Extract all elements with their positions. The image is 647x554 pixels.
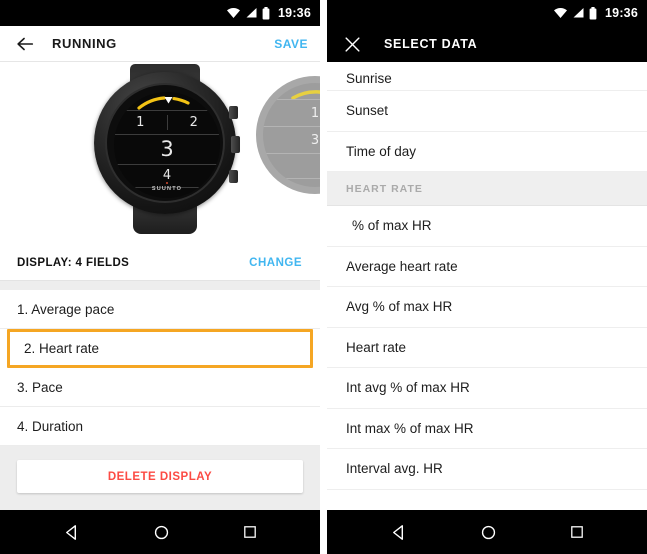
signal-icon: [246, 8, 257, 18]
watch-button-lower-icon: [229, 170, 238, 183]
secondary-field-5: 5: [263, 159, 320, 174]
list-item-label: Int max % of max HR: [346, 420, 474, 436]
list-item-label: Time of day: [346, 143, 417, 159]
list-item-label: % of max HR: [352, 218, 432, 234]
screenshot-root: 19:36 RUNNING SAVE 1 3 1 2 3 4 SUUNTO DI…: [0, 0, 647, 554]
watch-body: 1 2 3 4 SUUNTO: [94, 72, 240, 214]
list-item-pct-of-max-hr[interactable]: % of max HR: [327, 206, 647, 247]
select-data-list: Sunrise Sunset Time of day HEART RATE % …: [327, 62, 647, 490]
field-item-label: 2. Heart rate: [24, 341, 100, 356]
list-item-label: Int avg % of max HR: [346, 380, 470, 396]
field-item-2-selected[interactable]: 2. Heart rate: [7, 329, 313, 368]
secondary-watch-screen: 1 3 5: [263, 83, 320, 187]
battery-icon: [589, 6, 597, 19]
battery-icon: [262, 6, 270, 19]
watch-button-middle-icon: [231, 136, 240, 153]
status-time-right: 19:36: [605, 6, 638, 20]
watch-field-2: 2: [166, 115, 221, 131]
field-item-4[interactable]: 4. Duration: [0, 407, 320, 446]
right-app-bar: SELECT DATA: [327, 26, 647, 62]
status-icons-left: [226, 6, 270, 20]
secondary-watch-row: 1: [263, 99, 320, 126]
field-item-3[interactable]: 3. Pace: [0, 368, 320, 407]
field-list: 1. Average pace 2. Heart rate 3. Pace 4.…: [0, 290, 320, 446]
nav-bar-right: [327, 510, 647, 554]
watch-preview-primary[interactable]: 1 2 3 4 SUUNTO: [86, 64, 244, 239]
nav-back-icon[interactable]: [389, 523, 408, 542]
wifi-icon: [554, 7, 568, 18]
nav-bar-left: [0, 510, 320, 554]
nav-home-icon[interactable]: [153, 524, 170, 541]
section-header-label: HEART RATE: [346, 182, 423, 195]
secondary-watch-row: 3: [263, 126, 320, 153]
field-item-1[interactable]: 1. Average pace: [0, 290, 320, 329]
list-item-label: Sunset: [346, 103, 389, 119]
list-item-heart-rate[interactable]: Heart rate: [327, 328, 647, 368]
watch-brand-dot-icon: [166, 182, 168, 184]
list-item-label: Sunrise: [346, 71, 392, 86]
list-item-int-max-pct-of-max-hr[interactable]: Int max % of max HR: [327, 409, 647, 449]
back-arrow-icon[interactable]: [14, 33, 36, 55]
signal-icon: [573, 8, 584, 18]
list-item-sunrise[interactable]: Sunrise: [327, 62, 647, 91]
secondary-field-1: 1: [310, 105, 320, 121]
nav-recents-icon[interactable]: [569, 524, 585, 540]
list-item-time-of-day[interactable]: Time of day: [327, 132, 647, 172]
watch-button-upper-icon: [229, 106, 238, 119]
left-app-bar: RUNNING SAVE: [0, 26, 320, 62]
watch-field-grid: 1 2 3 4: [114, 110, 220, 188]
list-item-label: Heart rate: [346, 339, 407, 355]
delete-display-button[interactable]: DELETE DISPLAY: [17, 460, 303, 493]
wifi-icon: [227, 7, 241, 18]
field-item-label: 1. Average pace: [17, 301, 115, 317]
change-display-button[interactable]: CHANGE: [249, 257, 302, 269]
left-content: RUNNING SAVE 1 3 1 2 3 4 SUUNTO DISPLAY:…: [0, 26, 320, 518]
list-item-interval-avg-hr[interactable]: Interval avg. HR: [327, 449, 647, 490]
display-summary-row: DISPLAY: 4 FIELDS CHANGE: [0, 245, 320, 281]
list-item-average-heart-rate[interactable]: Average heart rate: [327, 247, 647, 287]
watch-grid-row-1: 1 2: [114, 110, 220, 134]
delete-display-zone: DELETE DISPLAY: [0, 446, 320, 510]
watch-screen: 1 2 3 4 SUUNTO: [114, 92, 220, 198]
status-icons-right: [553, 6, 597, 20]
status-time-left: 19:36: [278, 6, 311, 20]
secondary-watch-row: 5: [263, 153, 320, 179]
secondary-watch-grid: 1 3 5: [263, 99, 320, 179]
watch-grid-row-3: 4: [114, 163, 220, 188]
list-item-avg-pct-of-max-hr[interactable]: Avg % of max HR: [327, 287, 647, 328]
watch-bezel: 1 2 3 4 SUUNTO: [105, 83, 225, 203]
nav-recents-icon[interactable]: [242, 524, 258, 540]
right-phone-screen: 19:36 SELECT DATA Sunrise Sunset Time of…: [327, 0, 647, 554]
page-title: RUNNING: [52, 36, 117, 51]
field-item-2-wrapper: 2. Heart rate: [0, 329, 320, 368]
status-bar-left: 19:36: [0, 0, 320, 26]
display-count-label: DISPLAY: 4 FIELDS: [17, 256, 130, 269]
watch-preview-area: 1 3 5: [0, 62, 320, 245]
list-gap-strip: [0, 281, 320, 290]
status-bar-right: 19:36: [327, 0, 647, 26]
section-header-heart-rate: HEART RATE: [327, 172, 647, 206]
watch-field-1: 1: [136, 115, 145, 131]
field-item-label: 4. Duration: [17, 418, 84, 434]
list-item-sunset[interactable]: Sunset: [327, 91, 647, 132]
list-item-int-avg-pct-of-max-hr[interactable]: Int avg % of max HR: [327, 368, 647, 409]
watch-grid-row-2: 3: [114, 134, 220, 163]
nav-back-icon[interactable]: [62, 523, 81, 542]
watch-field-3: 3: [160, 137, 174, 162]
select-data-title: SELECT DATA: [384, 37, 478, 51]
save-button[interactable]: SAVE: [274, 37, 308, 51]
watch-field-4: 4: [162, 168, 172, 184]
left-phone-screen: 19:36 RUNNING SAVE 1 3 1 2 3 4 SUUNTO DI…: [0, 0, 320, 554]
secondary-watch-body: 1 3 5: [256, 76, 320, 194]
field-item-label: 3. Pace: [17, 379, 63, 395]
nav-home-icon[interactable]: [480, 524, 497, 541]
select-data-scroll[interactable]: Sunrise Sunset Time of day HEART RATE % …: [327, 62, 647, 500]
list-item-label: Average heart rate: [346, 258, 458, 274]
close-x-icon[interactable]: [343, 35, 362, 54]
watch-brand-label: SUUNTO: [151, 186, 183, 192]
watch-preview-secondary[interactable]: 1 3 5: [256, 76, 320, 216]
list-item-label: Avg % of max HR: [346, 299, 453, 315]
secondary-field-3: 3: [310, 132, 320, 148]
list-item-label: Interval avg. HR: [346, 461, 443, 477]
